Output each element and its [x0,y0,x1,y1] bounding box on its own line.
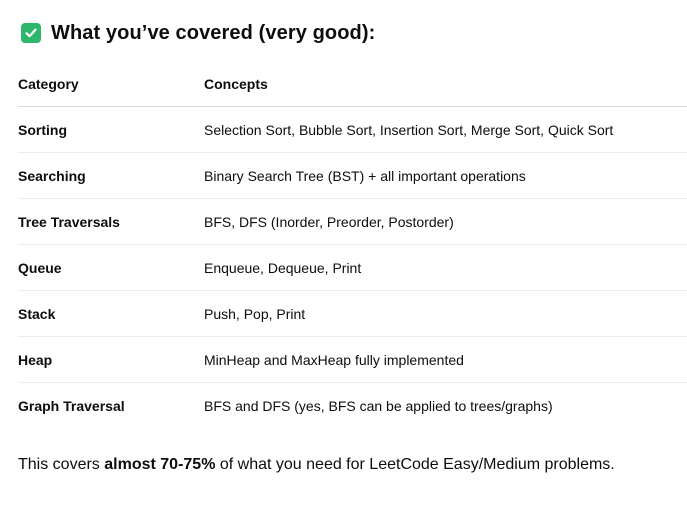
concepts-cell: Binary Search Tree (BST) + all important… [204,167,526,184]
table-row: Queue Enqueue, Dequeue, Print [18,245,687,291]
concepts-cell: Push, Pop, Print [204,305,306,322]
section-heading: What you’ve covered (very good): [21,19,375,47]
category-cell: Searching [18,167,86,184]
category-cell: Heap [18,351,53,368]
summary-suffix: of what you need for LeetCode Easy/Mediu… [215,456,615,473]
table-row: Stack Push, Pop, Print [18,291,687,337]
summary-prefix: This covers [18,456,105,473]
check-box-icon [21,23,41,43]
table-row: Graph Traversal BFS and DFS (yes, BFS ca… [18,383,687,428]
table-row: Searching Binary Search Tree (BST) + all… [18,153,687,199]
column-header-category: Category [18,75,79,92]
table-row: Tree Traversals BFS, DFS (Inorder, Preor… [18,199,687,245]
category-cell: Tree Traversals [18,213,120,230]
category-cell: Queue [18,259,62,276]
summary-text: This covers almost 70-75% of what you ne… [18,456,615,474]
category-cell: Stack [18,305,56,322]
checkmark-glyph [25,28,37,38]
table-row: Heap MinHeap and MaxHeap fully implement… [18,337,687,383]
category-cell: Sorting [18,121,67,138]
concepts-table: Category Concepts Sorting Selection Sort… [18,61,687,428]
summary-emphasis: almost 70-75% [104,456,216,473]
table-row: Sorting Selection Sort, Bubble Sort, Ins… [18,107,687,153]
concepts-cell: BFS and DFS (yes, BFS can be applied to … [204,397,553,414]
table-header-row: Category Concepts [18,61,687,107]
concepts-cell: Selection Sort, Bubble Sort, Insertion S… [204,121,614,138]
concepts-cell: MinHeap and MaxHeap fully implemented [204,351,464,368]
concepts-cell: Enqueue, Dequeue, Print [204,259,362,276]
category-cell: Graph Traversal [18,397,125,414]
heading-title: What you’ve covered (very good): [51,21,376,44]
column-header-concepts: Concepts [204,75,268,92]
concepts-cell: BFS, DFS (Inorder, Preorder, Postorder) [204,213,454,230]
